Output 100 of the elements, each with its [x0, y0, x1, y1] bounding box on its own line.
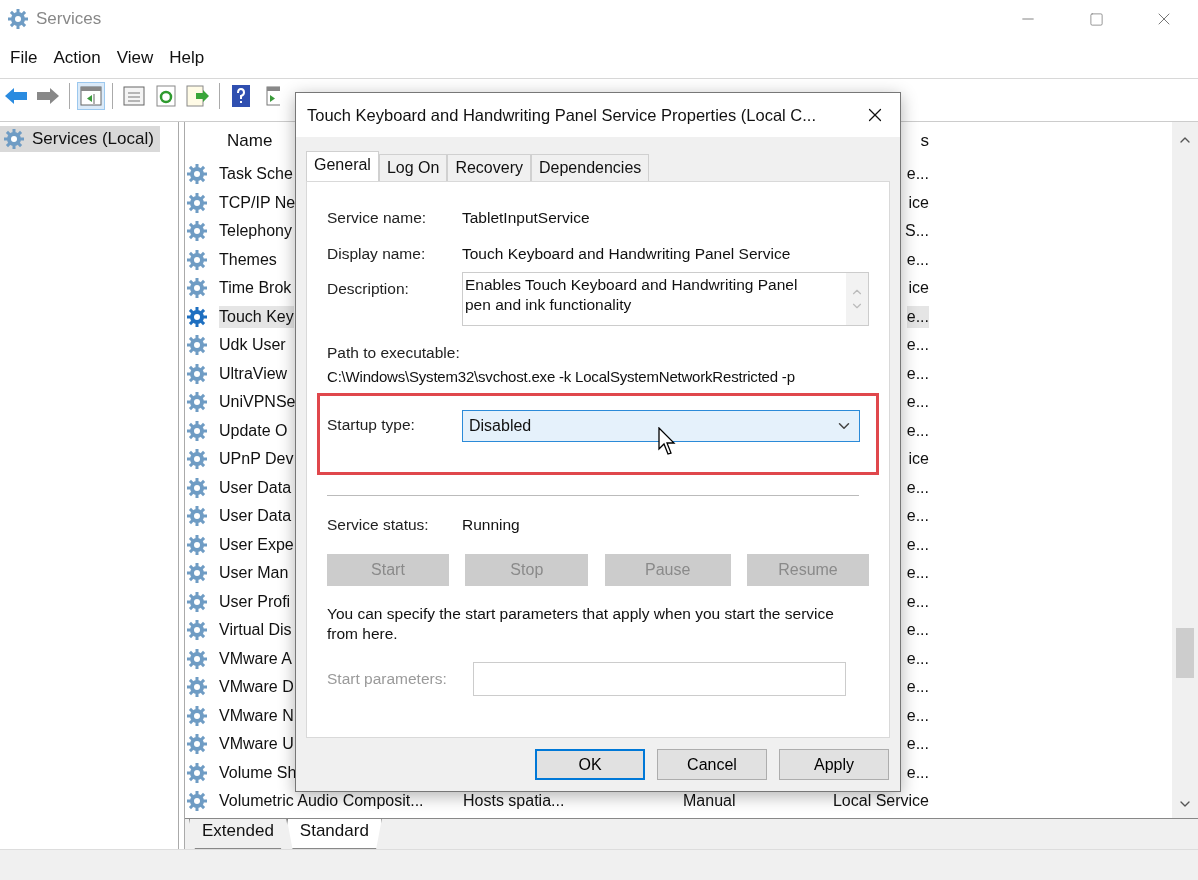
menu-item[interactable]: View	[108, 44, 162, 72]
tree-pane-icon	[80, 86, 102, 106]
service-name-cell-text: TCP/IP Ne	[219, 192, 296, 213]
service-name-cell-text: User Data	[219, 506, 292, 527]
scrollbar-thumb[interactable]	[1176, 628, 1194, 678]
dialog-tab[interactable]: General	[306, 151, 379, 181]
gear-icon	[185, 219, 209, 244]
log-on-as-cell-text: e...	[906, 648, 929, 669]
dialog-button[interactable]: OK	[535, 749, 645, 780]
service-name-cell-text: Virtual Dis	[219, 620, 292, 641]
log-on-as-cell-text: S...	[905, 221, 929, 242]
maximize-icon[interactable]	[1088, 11, 1104, 27]
gear-icon	[185, 390, 209, 415]
field-label: Start parameters:	[327, 670, 447, 688]
log-on-as-cell-text: e...	[906, 705, 929, 726]
gear-icon	[185, 504, 209, 529]
service-name-cell-text: User Man	[219, 563, 289, 584]
service-name-cell-text: UPnP Dev	[219, 449, 294, 470]
service-name-cell-text: Themes	[219, 249, 277, 270]
view-tab[interactable]: Standard	[286, 819, 382, 849]
log-on-as-cell-text: ice	[908, 192, 929, 213]
menu-item[interactable]: Help	[161, 44, 213, 72]
log-on-as-cell-text: e...	[906, 249, 929, 270]
log-on-as-cell: e...	[906, 305, 929, 328]
mouse-pointer-icon	[658, 427, 678, 457]
gear-icon	[185, 162, 209, 187]
log-on-as-cell-text: e...	[906, 762, 929, 783]
field-label: Service name:	[327, 209, 428, 227]
gear-icon	[185, 703, 209, 728]
service-name-cell-text: VMware U	[219, 734, 294, 755]
dialog-title: Touch Keyboard and Handwriting Panel Service Properties (Local C...	[307, 105, 817, 125]
log-on-as-cell-text: ice	[908, 449, 929, 470]
gear-icon	[185, 675, 209, 700]
gear-icon	[185, 732, 209, 757]
service-name-cell-text: UltraView	[219, 363, 288, 384]
toolbar-button[interactable]	[77, 82, 105, 110]
startup-type-cell-text: Manual	[683, 791, 736, 812]
service-name-cell-text: VMware A	[219, 648, 292, 669]
dialog-button[interactable]: Cancel	[657, 749, 767, 780]
menu-item[interactable]: File	[2, 44, 46, 72]
gear-icon	[185, 646, 209, 671]
log-on-as-cell-text: e...	[906, 620, 929, 641]
service-name-cell-text: UniVPNSe	[219, 392, 296, 413]
column-header[interactable]: Name	[219, 131, 273, 151]
gear-icon	[185, 190, 209, 215]
console-icon	[266, 86, 280, 106]
help-icon	[231, 84, 251, 108]
service-name-cell-text: Volumetric Audio Composit...	[219, 791, 424, 812]
view-tab[interactable]: Extended	[189, 819, 287, 849]
gear-icon	[185, 589, 209, 614]
field-label: Startup type:	[327, 416, 416, 434]
field-label: Path to executable:	[327, 344, 461, 362]
tree-item[interactable]: Services (Local)	[0, 126, 160, 152]
service-name-cell-text: User Expe	[219, 534, 294, 555]
gear-icon	[185, 532, 209, 557]
log-on-as-cell-text: e...	[906, 335, 929, 356]
forward-arrow-icon	[36, 87, 60, 105]
service-name-cell-text: User Profi	[219, 591, 291, 612]
service-name-value: TabletInputService	[462, 209, 590, 227]
gear-icon	[185, 561, 209, 586]
menu-item[interactable]: Action	[45, 44, 109, 72]
dialog-tab[interactable]: Dependencies	[531, 154, 650, 181]
back-arrow-icon	[4, 87, 28, 105]
hint-text: You can specify the start parameters that apply when you start the service from here.	[327, 604, 835, 644]
log-on-as-cell-text: e...	[906, 677, 929, 698]
dialog-tab[interactable]: Recovery	[447, 154, 531, 181]
gear-icon	[185, 247, 209, 272]
log-on-as-cell-text: e...	[906, 506, 929, 527]
service-name-cell-text: Time Brok	[219, 278, 292, 299]
service-name-cell-text: Update O	[219, 420, 288, 441]
gear-icon	[185, 304, 209, 329]
log-on-as-cell-text: e...	[906, 534, 929, 555]
log-on-as-cell-text: e...	[906, 477, 929, 498]
service-name-cell-text: Volume Sh	[219, 762, 297, 783]
log-on-as-cell-text: e...	[906, 392, 929, 413]
gear-icon	[185, 618, 209, 643]
gear-icon	[6, 7, 30, 31]
gear-icon	[185, 418, 209, 443]
gear-icon	[185, 475, 209, 500]
gear-icon	[185, 789, 209, 814]
service-name-cell-text: Udk User	[219, 335, 286, 356]
service-status-value: Running	[462, 516, 520, 534]
field-label: Display name:	[327, 245, 427, 263]
dialog-button[interactable]: Apply	[779, 749, 889, 780]
properties-icon	[123, 86, 145, 106]
export-list-icon	[186, 85, 210, 107]
log-on-as-cell-text: e...	[906, 363, 929, 384]
log-on-as-cell-text: ice	[908, 278, 929, 299]
log-on-as-cell-text: Local Service	[832, 791, 929, 812]
field-label: Service status:	[327, 516, 430, 534]
path-value: C:\Windows\System32\svchost.exe -k LocalSystemNetworkRestricted -p	[327, 368, 796, 385]
log-on-as-cell-text: e...	[906, 591, 929, 612]
dialog-tab[interactable]: Log On	[378, 154, 448, 181]
service-name-cell-text: VMware N	[219, 705, 294, 726]
column-header[interactable]: s	[920, 131, 929, 151]
gear-icon	[2, 127, 26, 151]
gear-icon	[185, 276, 209, 301]
service-name-cell-text: Telephony	[219, 221, 292, 242]
log-on-as-cell-text: e...	[906, 563, 929, 584]
startup-type-dropdown[interactable]: Disabled	[462, 410, 860, 442]
